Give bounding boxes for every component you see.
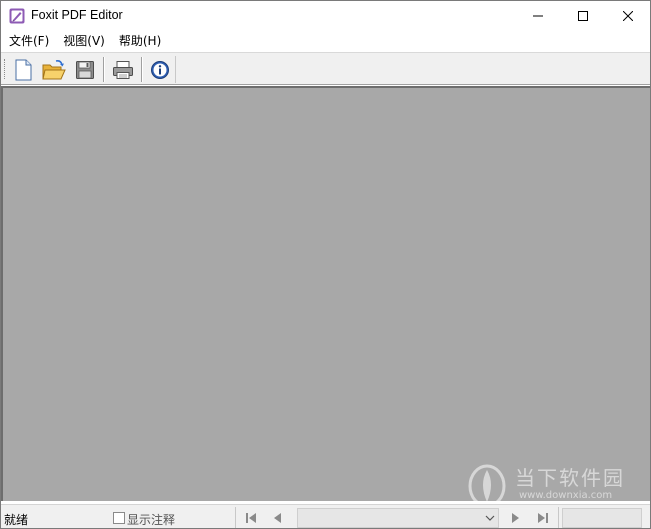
print-button[interactable] bbox=[110, 57, 136, 82]
status-bar: 就绪 显示注释 bbox=[1, 504, 650, 528]
minimize-icon bbox=[532, 15, 543, 17]
page-number-combobox[interactable] bbox=[297, 508, 499, 528]
first-page-icon bbox=[246, 513, 256, 523]
toolbar-end-divider bbox=[175, 56, 176, 83]
about-button[interactable] bbox=[147, 57, 173, 82]
new-document-icon bbox=[15, 59, 32, 80]
document-viewport[interactable] bbox=[1, 86, 650, 501]
previous-page-icon bbox=[274, 513, 281, 523]
print-icon bbox=[113, 60, 133, 79]
foxit-app-icon bbox=[9, 8, 25, 24]
chevron-down-icon bbox=[485, 515, 495, 521]
menu-bar: 文件(F) 视图(V) 帮助(H) bbox=[1, 31, 650, 52]
watermark-logo-icon bbox=[468, 464, 506, 508]
close-icon bbox=[622, 11, 633, 21]
last-page-icon bbox=[538, 513, 548, 523]
zoom-box[interactable] bbox=[562, 508, 642, 528]
first-page-button[interactable] bbox=[240, 508, 262, 528]
info-icon bbox=[151, 60, 169, 79]
toolbar-grip[interactable] bbox=[4, 59, 6, 79]
new-document-button[interactable] bbox=[10, 57, 36, 82]
watermark-url: www.downxia.com bbox=[519, 490, 613, 501]
maximize-icon bbox=[577, 11, 588, 21]
window-title: Foxit PDF Editor bbox=[31, 8, 123, 22]
status-divider bbox=[558, 507, 559, 528]
menu-help[interactable]: 帮助(H) bbox=[115, 32, 165, 51]
toolbar-separator bbox=[103, 57, 105, 82]
next-page-icon bbox=[512, 513, 519, 523]
last-page-button[interactable] bbox=[532, 508, 554, 528]
watermark: 当下软件园 www.downxia.com bbox=[467, 460, 647, 510]
save-button[interactable] bbox=[72, 57, 98, 82]
menu-file[interactable]: 文件(F) bbox=[5, 32, 53, 51]
previous-page-button[interactable] bbox=[267, 508, 289, 528]
app-window: Foxit PDF Editor 文件(F) 视图(V) 帮助(H) 当下软件园… bbox=[0, 0, 651, 529]
title-bar[interactable]: Foxit PDF Editor bbox=[1, 1, 650, 31]
toolbar-separator bbox=[141, 57, 143, 82]
status-text: 就绪 bbox=[4, 513, 29, 527]
menu-view[interactable]: 视图(V) bbox=[59, 32, 109, 51]
toolbar bbox=[1, 52, 650, 85]
show-annotations-checkbox[interactable] bbox=[113, 512, 125, 524]
maximize-button[interactable] bbox=[560, 1, 605, 31]
open-file-button[interactable] bbox=[41, 57, 67, 82]
minimize-button[interactable] bbox=[515, 1, 560, 31]
next-page-button[interactable] bbox=[504, 508, 526, 528]
save-icon bbox=[76, 60, 94, 79]
status-divider bbox=[235, 507, 236, 528]
show-annotations-label[interactable]: 显示注释 bbox=[127, 511, 175, 528]
watermark-text: 当下软件园 bbox=[515, 466, 625, 490]
open-folder-icon bbox=[42, 59, 66, 79]
close-button[interactable] bbox=[605, 1, 650, 31]
